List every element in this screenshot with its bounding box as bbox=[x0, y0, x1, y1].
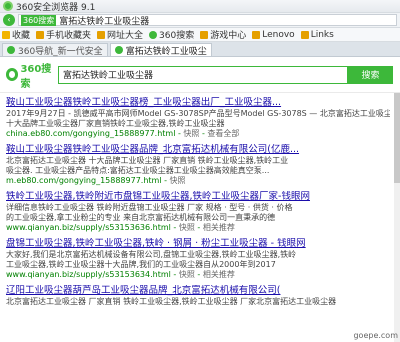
search-header: 360搜索 富拓达铁岭工业吸尘器 搜索 bbox=[0, 57, 400, 93]
tab-item-active[interactable]: 富拓达铁岭工业吸尘 bbox=[109, 43, 212, 57]
result-url: china.eb80.com/gongying_15888977.html - … bbox=[6, 129, 240, 138]
result-desc: 的工业吸尘器,拿工业粉尘的专业 来自北京富拓达机械有限公司一直秉承的德 bbox=[6, 213, 276, 222]
results-list: 鞍山工业吸尘器铁岭工业吸尘器榜_工业吸尘器出厂_工业吸尘器... 2017年9月… bbox=[0, 93, 390, 307]
bookmark-item[interactable]: 收藏 bbox=[2, 28, 30, 41]
cache-link[interactable]: 快照 bbox=[179, 270, 195, 279]
scrollbar[interactable] bbox=[394, 93, 400, 342]
engine-tag: 360搜索 bbox=[21, 14, 57, 26]
address-query: 富拓达铁岭工业吸尘器 bbox=[59, 16, 150, 27]
folder-icon bbox=[252, 30, 261, 39]
result-item: 鞍山工业吸尘器铁岭工业吸尘器品牌_北京富拓达机械有限公司(亿鹿... 北京富拓达… bbox=[6, 144, 390, 186]
bookmark-item[interactable]: 游戏中心 bbox=[200, 28, 246, 41]
result-url: www.qianyan.biz/supply/s53153634.html - … bbox=[6, 270, 235, 279]
result-desc: 十大品牌工业吸尘器厂家直销铁岭工业吸尘器,铁岭工业吸尘器 bbox=[6, 119, 225, 128]
address-input[interactable]: 360搜索 富拓达铁岭工业吸尘器 bbox=[18, 14, 397, 27]
result-desc: 北京富拓达工业吸尘器 十大品牌工业吸尘器 厂家直销 铁岭工业吸尘器,铁岭工业 bbox=[6, 156, 289, 165]
related-link[interactable]: 相关推荐 bbox=[203, 270, 235, 279]
result-title[interactable]: 盘锦工业吸尘器,铁岭工业吸尘器,铁岭 · 钢屑 · 粉尘工业吸尘器 - 钱眼网 bbox=[6, 238, 390, 250]
tab-favicon-icon bbox=[114, 46, 123, 54]
result-title[interactable]: 鞍山工业吸尘器铁岭工业吸尘器品牌_北京富拓达机械有限公司(亿鹿... bbox=[6, 144, 390, 156]
result-item: 鞍山工业吸尘器铁岭工业吸尘器榜_工业吸尘器出厂_工业吸尘器... 2017年9月… bbox=[6, 97, 390, 139]
scrollbar-thumb[interactable] bbox=[394, 93, 400, 183]
tab-favicon-icon bbox=[7, 46, 15, 54]
result-item: 辽阳工业吸尘器葫芦岛工业吸尘器品牌_北京富拓达机械有限公司( 北京富拓达工业吸尘… bbox=[6, 285, 390, 307]
related-link[interactable]: 相关推荐 bbox=[203, 223, 235, 232]
folder-icon bbox=[36, 30, 45, 39]
tab-item[interactable]: 360导航_新一代安全 bbox=[2, 43, 108, 57]
result-url: m.eb80.com/gongying_15888977.html - 快照 bbox=[6, 176, 186, 185]
search-360-icon bbox=[149, 30, 158, 39]
gamepad-icon bbox=[200, 30, 209, 39]
result-desc: 2017年9月27日 - 凯德威平高市网师Model GS-3078SP产品型号… bbox=[6, 109, 390, 118]
result-desc: 工业吸尘器,铁岭工业吸尘器十大品牌,我们的工业吸尘器自从2000年到2017 bbox=[6, 260, 276, 269]
bookmark-item[interactable]: 手机收藏夹 bbox=[36, 28, 91, 41]
search-button[interactable]: 搜索 bbox=[348, 65, 393, 84]
watermark: goepe.com bbox=[353, 331, 398, 340]
cache-link[interactable]: 快照 bbox=[170, 176, 186, 185]
address-bar: ‹ 360搜索 富拓达铁岭工业吸尘器 bbox=[0, 13, 400, 28]
bookmark-item[interactable]: Lenovo bbox=[252, 30, 295, 40]
result-title[interactable]: 鞍山工业吸尘器铁岭工业吸尘器榜_工业吸尘器出厂_工业吸尘器... bbox=[6, 97, 390, 109]
folder-icon bbox=[300, 30, 309, 39]
search-logo[interactable]: 360搜索 bbox=[6, 60, 58, 90]
folder-icon bbox=[97, 30, 106, 39]
result-desc: 吸尘器. 工业吸尘器产品特点:富拓达工业吸尘器工业吸尘器高效能真空泵... bbox=[6, 166, 270, 175]
bookmark-item[interactable]: Links bbox=[300, 30, 334, 40]
bookmark-item[interactable]: 网址大全 bbox=[97, 28, 143, 41]
result-desc: 大家好,我们是北京富拓达机械设备有限公司,盘锦工业吸尘器,铁岭工业吸尘器,铁岭 bbox=[6, 250, 297, 259]
window-title: 360安全浏览器 9.1 bbox=[16, 2, 96, 13]
bookmarks-bar: 收藏 手机收藏夹 网址大全 360搜索 游戏中心 Lenovo Links bbox=[0, 28, 400, 42]
back-icon[interactable]: ‹ bbox=[3, 14, 15, 26]
logo-ring-icon bbox=[6, 68, 19, 81]
result-desc: 北京富拓达工业吸尘器 厂家直销 铁岭工业吸尘器,铁岭工业吸尘器 厂家北京富拓达工… bbox=[6, 297, 337, 306]
tab-strip: 360导航_新一代安全 富拓达铁岭工业吸尘 bbox=[0, 42, 400, 57]
result-item: 盘锦工业吸尘器,铁岭工业吸尘器,铁岭 · 钢屑 · 粉尘工业吸尘器 - 钱眼网 … bbox=[6, 238, 390, 280]
result-title[interactable]: 辽阳工业吸尘器葫芦岛工业吸尘器品牌_北京富拓达机械有限公司( bbox=[6, 285, 390, 297]
browser-logo-icon bbox=[3, 1, 13, 11]
search-input[interactable]: 富拓达铁岭工业吸尘器 bbox=[58, 65, 348, 84]
star-icon bbox=[2, 30, 10, 39]
cache-link[interactable]: 快照 bbox=[183, 129, 199, 138]
cache-link[interactable]: 快照 bbox=[179, 223, 195, 232]
result-url: www.qianyan.biz/supply/s53153636.html - … bbox=[6, 223, 235, 232]
result-item: 铁岭工业吸尘器,铁岭附近市盘锦工业吸尘器,铁岭工业吸尘器厂家-钱眼网 详细信息铁… bbox=[6, 191, 390, 233]
title-bar: 360安全浏览器 9.1 bbox=[0, 0, 400, 13]
result-desc: 详细信息铁岭工业吸尘器 铁岭附近盘锦工业吸尘器 厂家 规格 · 型号 · 供货 … bbox=[6, 203, 293, 212]
bookmark-item[interactable]: 360搜索 bbox=[149, 28, 194, 41]
more-link[interactable]: 查看全部 bbox=[207, 129, 239, 138]
result-title[interactable]: 铁岭工业吸尘器,铁岭附近市盘锦工业吸尘器,铁岭工业吸尘器厂家-钱眼网 bbox=[6, 191, 390, 203]
